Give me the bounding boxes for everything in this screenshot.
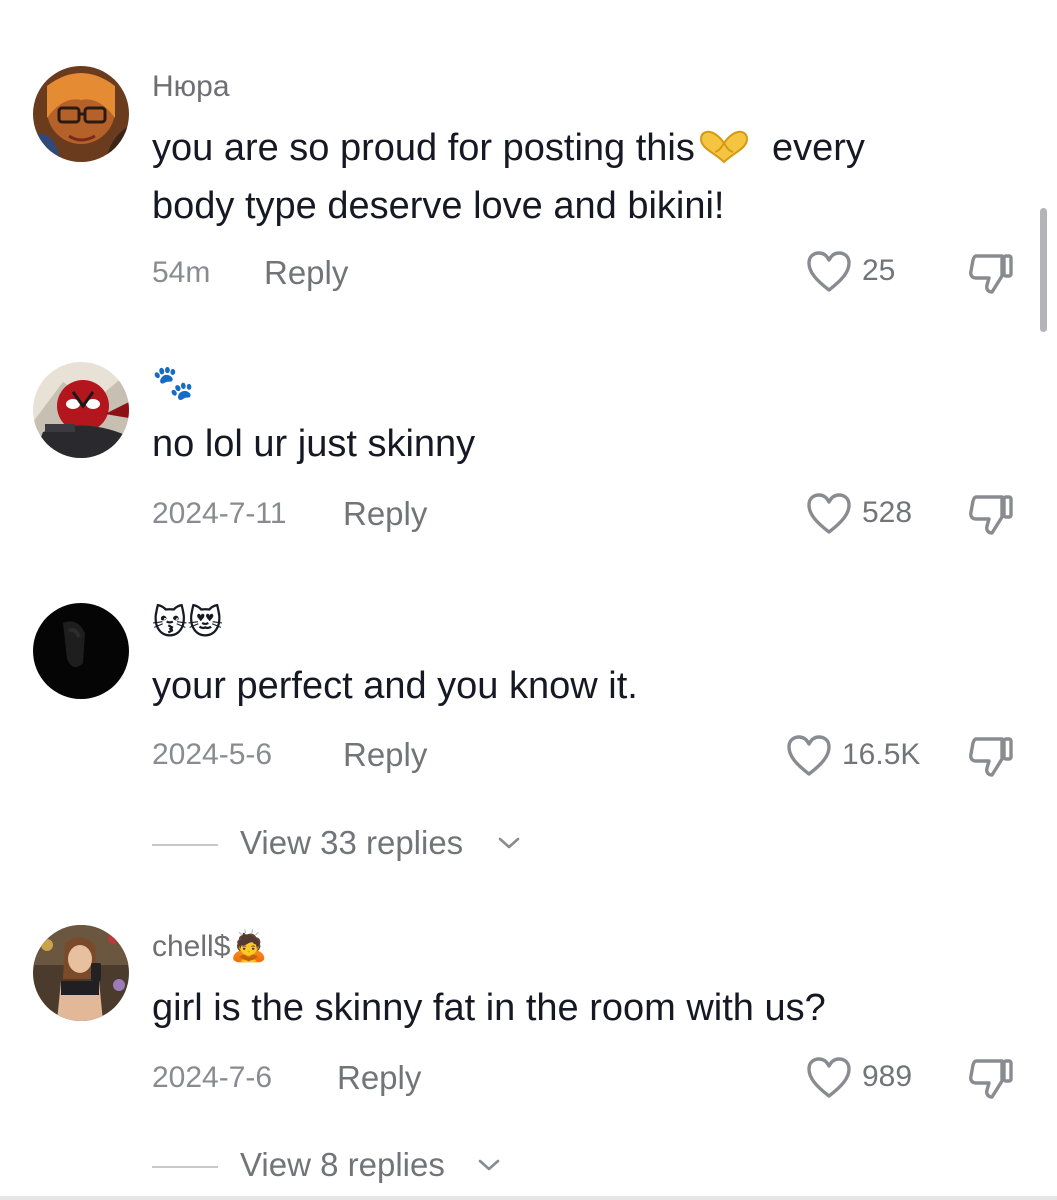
username[interactable]: 🐾: [152, 364, 194, 402]
scrollbar[interactable]: [1040, 208, 1047, 332]
dislike-button[interactable]: [966, 252, 1016, 301]
thumbs-down-icon: [969, 1059, 1013, 1099]
username[interactable]: 😽😻: [152, 604, 223, 642]
comment-text-line2: body type deserve love and bikini!: [152, 185, 725, 227]
heart-icon: [807, 493, 851, 534]
username-emoji: 🙇: [230, 929, 268, 964]
like-count: 16.5K: [842, 738, 921, 771]
divider: [152, 1166, 218, 1168]
avatar[interactable]: [33, 925, 129, 1021]
chevron-down-icon: [498, 837, 520, 849]
view-replies-button[interactable]: View 33 replies: [152, 824, 552, 864]
reply-button[interactable]: Reply: [343, 736, 427, 774]
username[interactable]: Нюра: [152, 70, 230, 104]
bottom-divider: [0, 1196, 1057, 1200]
like-count: 25: [862, 254, 896, 287]
comment-date: 2024-7-6: [152, 1061, 273, 1094]
view-replies-button[interactable]: View 8 replies: [152, 1146, 552, 1186]
dislike-button[interactable]: [966, 493, 1016, 542]
like-count: 989: [862, 1060, 913, 1093]
thumbs-down-icon: [969, 737, 1013, 777]
thumbs-down-icon: [969, 495, 1013, 535]
heart-hands-icon: [697, 124, 751, 180]
reply-button[interactable]: Reply: [343, 495, 427, 533]
avatar[interactable]: [33, 603, 129, 699]
heart-icon: [807, 1057, 851, 1098]
divider: [152, 844, 218, 846]
heart-icon: [807, 251, 851, 292]
dislike-button[interactable]: [966, 735, 1016, 784]
comment-date: 2024-7-11: [152, 497, 287, 530]
like-count: 528: [862, 496, 913, 529]
username[interactable]: chell$🙇: [152, 929, 268, 964]
heart-icon: [787, 735, 831, 776]
avatar[interactable]: [33, 66, 129, 162]
thumbs-down-icon: [969, 254, 1013, 294]
view-replies-label: View 33 replies: [240, 824, 464, 861]
comment-date: 54m: [152, 256, 211, 289]
avatar[interactable]: [33, 362, 129, 458]
comment-date: 2024-5-6: [152, 738, 273, 771]
comment-text: your perfect and you know it.: [152, 665, 638, 707]
reply-button[interactable]: Reply: [337, 1059, 421, 1097]
reply-button[interactable]: Reply: [264, 254, 348, 292]
view-replies-label: View 8 replies: [240, 1146, 445, 1183]
chevron-down-icon: [478, 1159, 500, 1171]
comment-text: you are so proud for posting this every: [152, 120, 865, 180]
dislike-button[interactable]: [966, 1057, 1016, 1106]
comment-text: girl is the skinny fat in the room with …: [152, 987, 826, 1029]
comment-text: no lol ur just skinny: [152, 423, 476, 465]
